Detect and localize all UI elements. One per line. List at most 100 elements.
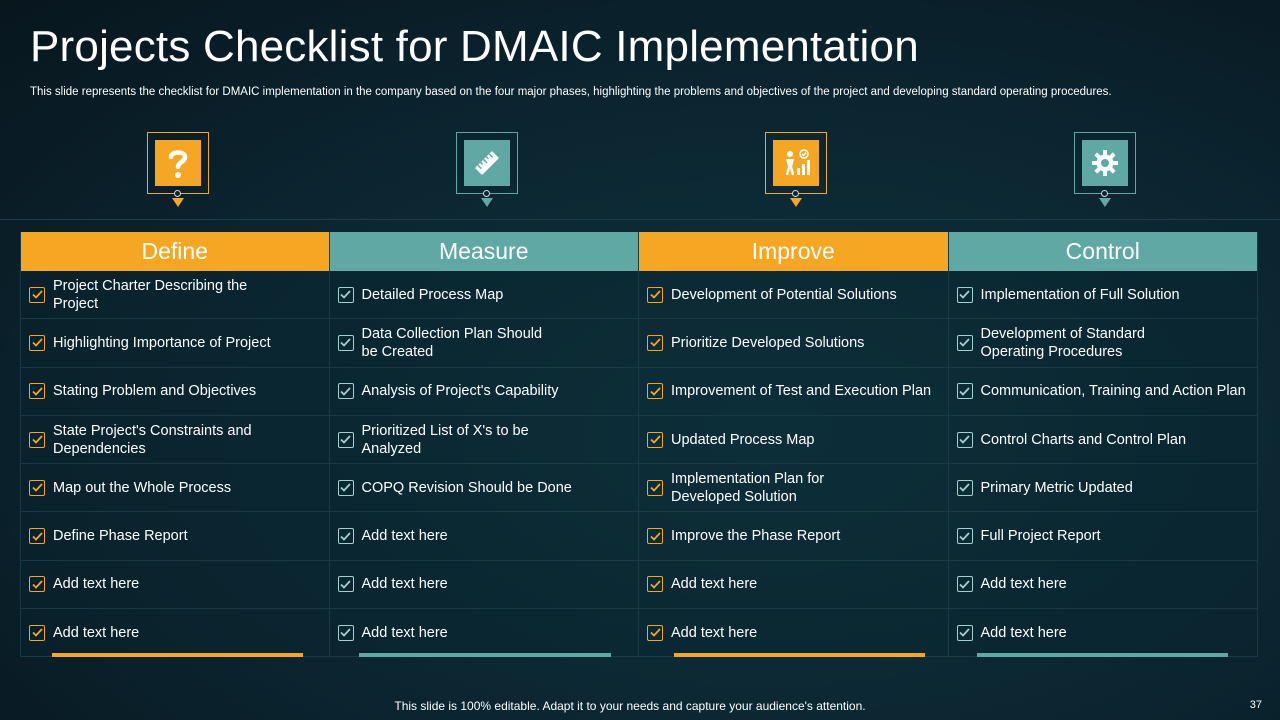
- checkbox-checked-icon[interactable]: [647, 576, 663, 593]
- checklist-item-text: Improvement of Test and Execution Plan: [671, 383, 932, 400]
- checklist-item: Add text here: [639, 609, 948, 658]
- checklist-item: Add text here: [21, 609, 329, 658]
- checklist-item-text: Analysis of Project's Capability: [361, 383, 559, 400]
- define-icon-box: [147, 132, 209, 194]
- checklist-item-text: Updated Process Map: [671, 431, 815, 448]
- checklist-item: Add text here: [329, 512, 638, 561]
- checkbox-checked-icon[interactable]: [647, 479, 663, 496]
- checkbox-checked-icon[interactable]: [337, 479, 354, 496]
- checkbox-checked-icon[interactable]: [29, 286, 45, 303]
- control-column-header: Control: [948, 232, 1257, 271]
- checkbox-checked-icon[interactable]: [337, 528, 354, 545]
- checklist-item-text: Add text here: [980, 624, 1067, 641]
- checklist-item-text: Add text here: [671, 624, 758, 641]
- checkbox-checked-icon[interactable]: [956, 286, 973, 303]
- measure-pointer: [481, 198, 493, 207]
- checkbox-checked-icon[interactable]: [337, 431, 354, 448]
- checkbox-checked-icon[interactable]: [647, 286, 663, 303]
- checklist-item: Development of Potential Solutions: [639, 271, 948, 320]
- checklist-item: Development of Standard Operating Proced…: [948, 319, 1257, 368]
- checklist-item: Map out the Whole Process: [21, 464, 329, 513]
- checklist-item: Add text here: [948, 609, 1257, 658]
- checklist-item-text: Implementation Plan for Developed Soluti…: [671, 470, 825, 505]
- checklist-item-text: Development of Potential Solutions: [671, 286, 897, 303]
- checklist-item: Detailed Process Map: [329, 271, 638, 320]
- checklist-item: Prioritized List of X's to be Analyzed: [329, 415, 638, 465]
- gear-icon: [1082, 140, 1128, 186]
- checklist-item: Define Phase Report: [21, 512, 329, 561]
- checkbox-checked-icon[interactable]: [956, 528, 973, 545]
- checklist-item: Analysis of Project's Capability: [329, 367, 638, 416]
- checkbox-checked-icon[interactable]: [647, 334, 663, 351]
- improve-underline: [674, 653, 925, 657]
- checkbox-checked-icon[interactable]: [29, 383, 45, 400]
- checkbox-checked-icon[interactable]: [337, 576, 354, 593]
- checklist-item-text: Control Charts and Control Plan: [980, 431, 1187, 448]
- checklist-item: Add text here: [948, 560, 1257, 610]
- define-underline: [52, 653, 303, 657]
- checklist-item: Add text here: [21, 560, 329, 610]
- checklist-item-text: Improve the Phase Report: [671, 528, 841, 545]
- checklist-item: Full Project Report: [948, 512, 1257, 561]
- checklist-item-text: Implementation of Full Solution: [980, 286, 1180, 303]
- growth-chart-person-icon: [773, 140, 819, 186]
- checkbox-checked-icon[interactable]: [647, 528, 663, 545]
- checklist-item-text: Add text here: [361, 624, 448, 641]
- checklist-item-text: Add text here: [53, 624, 140, 641]
- define-connector-dot: [174, 190, 181, 197]
- control-underline: [977, 653, 1228, 657]
- checklist-item-text: Communication, Training and Action Plan: [980, 383, 1246, 400]
- define-column-header: Define: [21, 232, 329, 271]
- checklist-item: Add text here: [329, 609, 638, 658]
- checklist-item-text: Primary Metric Updated: [980, 479, 1133, 496]
- checklist-table: Define Project Charter Describing the Pro…: [20, 232, 1258, 658]
- checklist-item: COPQ Revision Should be Done: [329, 464, 638, 513]
- checkbox-checked-icon[interactable]: [337, 286, 354, 303]
- checkbox-checked-icon[interactable]: [29, 624, 45, 641]
- checkbox-checked-icon[interactable]: [647, 624, 663, 641]
- checkbox-checked-icon[interactable]: [29, 528, 45, 545]
- checkbox-checked-icon[interactable]: [29, 576, 45, 593]
- checkbox-checked-icon[interactable]: [956, 431, 973, 448]
- checklist-item-text: Data Collection Plan Should be Created: [361, 325, 543, 360]
- checkbox-checked-icon[interactable]: [29, 334, 45, 351]
- page-number: 37: [1249, 699, 1262, 711]
- slide-title: Projects Checklist for DMAIC Implementat…: [30, 22, 919, 71]
- checklist-item-text: Map out the Whole Process: [53, 479, 232, 496]
- checkbox-checked-icon[interactable]: [337, 334, 354, 351]
- checklist-item: Communication, Training and Action Plan: [948, 367, 1257, 416]
- checklist-item-text: State Project's Constraints and Dependen…: [53, 422, 252, 457]
- checklist-item-text: Project Charter Describing the Project: [53, 277, 248, 312]
- checkbox-checked-icon[interactable]: [647, 431, 663, 448]
- checkbox-checked-icon[interactable]: [956, 383, 973, 400]
- checkbox-checked-icon[interactable]: [956, 334, 973, 351]
- checkbox-checked-icon[interactable]: [29, 479, 45, 496]
- checkbox-checked-icon[interactable]: [647, 383, 663, 400]
- checkbox-checked-icon[interactable]: [29, 431, 45, 448]
- checklist-item: Implementation Plan for Developed Soluti…: [639, 464, 948, 513]
- checklist-item-text: Define Phase Report: [53, 528, 188, 545]
- checklist-item-text: Full Project Report: [980, 528, 1101, 545]
- phase-icons-row: [0, 130, 1280, 220]
- checklist-item-text: Prioritize Developed Solutions: [671, 334, 865, 351]
- checkbox-checked-icon[interactable]: [956, 624, 973, 641]
- checklist-item-text: COPQ Revision Should be Done: [361, 479, 572, 496]
- checkbox-checked-icon[interactable]: [337, 383, 354, 400]
- improve-connector-dot: [792, 190, 799, 197]
- checklist-item: Highlighting Importance of Project: [21, 319, 329, 368]
- checkbox-checked-icon[interactable]: [337, 624, 354, 641]
- checklist-item: Add text here: [329, 560, 638, 610]
- checklist-item-text: Stating Problem and Objectives: [53, 383, 257, 400]
- checklist-item: Add text here: [639, 560, 948, 610]
- checkbox-checked-icon[interactable]: [956, 576, 973, 593]
- measure-icon-box: [456, 132, 518, 194]
- checklist-item-text: Highlighting Importance of Project: [53, 334, 271, 351]
- improve-icon-box: [765, 132, 827, 194]
- checklist-item: Implementation of Full Solution: [948, 271, 1257, 320]
- checklist-item: Primary Metric Updated: [948, 464, 1257, 513]
- checkbox-checked-icon[interactable]: [956, 479, 973, 496]
- ruler-icon: [464, 140, 510, 186]
- checklist-item-text: Add text here: [671, 576, 758, 593]
- checklist-item: Prioritize Developed Solutions: [639, 319, 948, 368]
- control-icon-box: [1074, 132, 1136, 194]
